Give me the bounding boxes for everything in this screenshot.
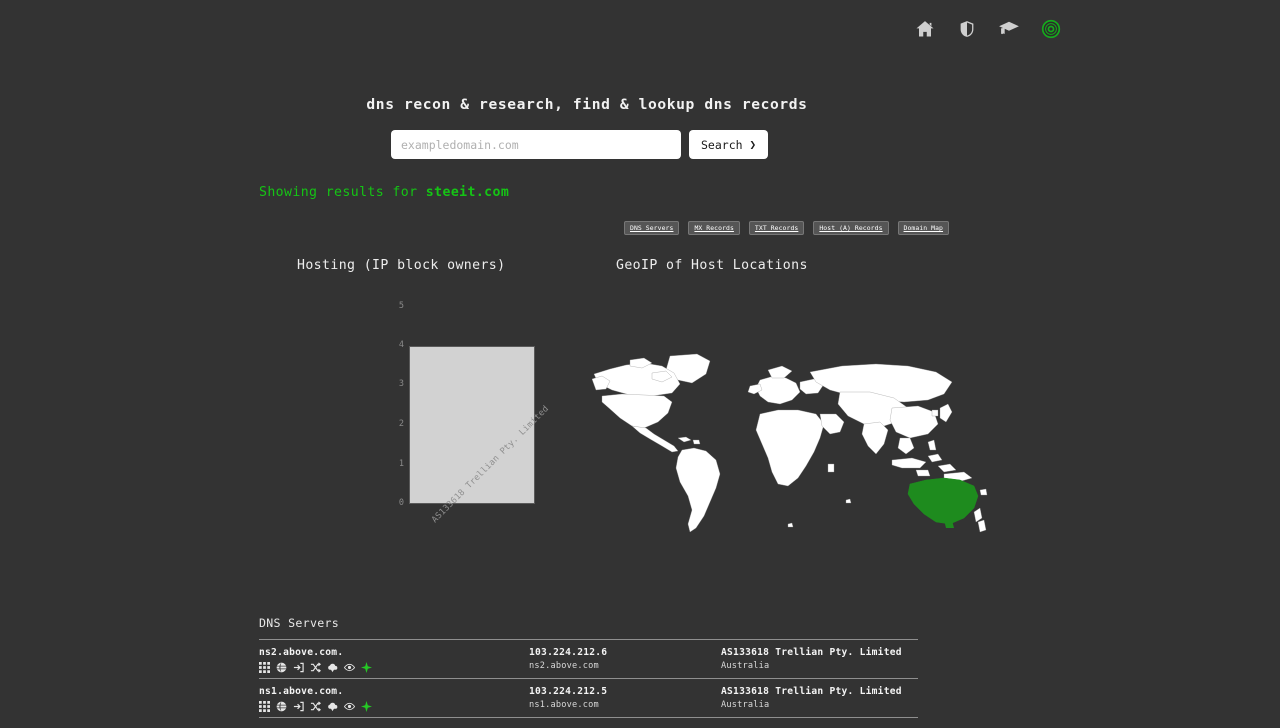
status-text: Showing results for steeit.com xyxy=(259,185,509,200)
status-domain: steeit.com xyxy=(425,185,510,200)
hosting-panel-title: Hosting (IP block owners) xyxy=(297,258,506,273)
y-tick-3: 3 xyxy=(398,379,404,389)
asn-owner: AS133618 Trellian Pty. Limited xyxy=(721,686,902,697)
home-icon[interactable] xyxy=(914,18,936,40)
tab-dns-servers[interactable]: DNS_Servers xyxy=(624,221,680,235)
top-navigation xyxy=(0,0,1280,58)
y-tick-4: 4 xyxy=(398,340,404,350)
host-name: ns1.above.com. xyxy=(259,686,344,697)
shield-icon[interactable] xyxy=(956,18,978,40)
ip-address: 103.224.212.5 xyxy=(529,686,608,697)
eye-icon[interactable] xyxy=(344,662,355,673)
table-cell-asn: AS133618 Trellian Pty. Limited Australia xyxy=(721,646,918,673)
sparkle-icon[interactable] xyxy=(361,662,372,673)
geoip-panel-title: GeoIP of Host Locations xyxy=(616,258,808,273)
sparkle-icon[interactable] xyxy=(361,701,372,712)
ptr-record: ns2.above.com xyxy=(529,661,599,671)
search-input[interactable] xyxy=(391,130,681,159)
tab-host-a-records[interactable]: Host_(A)_Records xyxy=(813,221,889,235)
y-tick-0: 0 xyxy=(398,498,404,508)
globe-icon[interactable] xyxy=(276,662,287,673)
ptr-record: ns1.above.com xyxy=(529,700,599,710)
host-name: ns2.above.com. xyxy=(259,647,344,658)
graduation-cap-icon[interactable] xyxy=(998,18,1020,40)
country: Australia xyxy=(721,700,770,710)
eye-icon[interactable] xyxy=(344,701,355,712)
login-icon[interactable] xyxy=(293,701,304,712)
table-row: ns2.above.com. 103.224.212.6 ns2.above.c… xyxy=(259,639,918,678)
page-title: dns recon & research, find & lookup dns … xyxy=(366,96,808,113)
shuffle-icon[interactable] xyxy=(310,662,321,673)
chevron-right-icon: ❯ xyxy=(749,138,757,151)
shuffle-icon[interactable] xyxy=(310,701,321,712)
y-tick-1: 1 xyxy=(398,459,404,469)
login-icon[interactable] xyxy=(293,662,304,673)
search-button[interactable]: Search ❯ xyxy=(689,130,769,159)
y-tick-5: 5 xyxy=(398,301,404,311)
row-actions xyxy=(259,701,529,712)
table-cell-host: ns2.above.com. xyxy=(259,646,529,673)
status-prefix: Showing results for xyxy=(259,185,426,200)
row-actions xyxy=(259,662,529,673)
country: Australia xyxy=(721,661,770,671)
grid-icon[interactable] xyxy=(259,662,270,673)
geoip-world-map xyxy=(592,352,992,542)
map-highlight-australia xyxy=(907,477,979,528)
search-bar: Search ❯ xyxy=(391,130,769,159)
grid-icon[interactable] xyxy=(259,701,270,712)
globe-icon[interactable] xyxy=(276,701,287,712)
table-cell-ip: 103.224.212.5 ns1.above.com xyxy=(529,685,721,712)
asn-owner: AS133618 Trellian Pty. Limited xyxy=(721,647,902,658)
tab-txt-records[interactable]: TXT_Records xyxy=(748,221,805,235)
tab-domain-map[interactable]: Domain_Map xyxy=(897,221,950,235)
table-row: ns1.above.com. 103.224.212.5 ns1.above.c… xyxy=(259,678,918,718)
hosting-bar-chart: 5 4 3 2 1 0 AS133618 Trellian Pty. Limit… xyxy=(330,296,590,596)
tab-mx-records[interactable]: MX_Records xyxy=(688,221,740,235)
cloud-upload-icon[interactable] xyxy=(327,701,338,712)
table-cell-host: ns1.above.com. xyxy=(259,685,529,712)
results-table-title: DNS Servers xyxy=(259,616,340,630)
chart-y-axis: 5 4 3 2 1 0 xyxy=(388,296,404,508)
record-type-tabs: DNS_Servers MX_Records TXT_Records Host_… xyxy=(624,221,950,235)
table-cell-ip: 103.224.212.6 ns2.above.com xyxy=(529,646,721,673)
target-icon[interactable] xyxy=(1040,18,1062,40)
ip-address: 103.224.212.6 xyxy=(529,647,608,658)
table-cell-asn: AS133618 Trellian Pty. Limited Australia xyxy=(721,685,918,712)
search-button-label: Search xyxy=(701,137,743,152)
dns-servers-table: ns2.above.com. 103.224.212.6 ns2.above.c… xyxy=(259,639,918,718)
cloud-upload-icon[interactable] xyxy=(327,662,338,673)
y-tick-2: 2 xyxy=(398,419,404,429)
